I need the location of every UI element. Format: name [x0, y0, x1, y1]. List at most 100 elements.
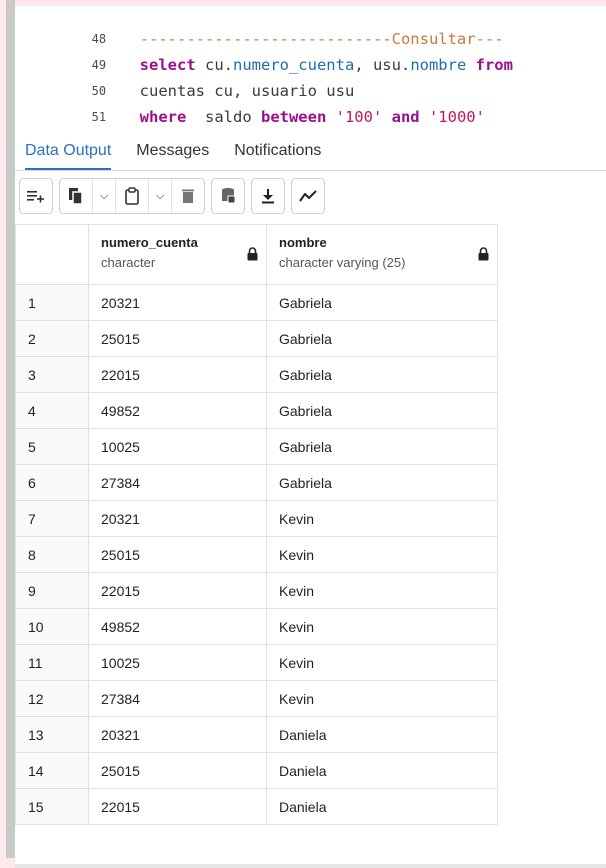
- download-icon: [262, 189, 274, 204]
- cell-nombre[interactable]: Daniela: [266, 716, 498, 753]
- cell-numero-cuenta[interactable]: 25015: [88, 320, 267, 357]
- row-number-cell[interactable]: 11: [15, 644, 89, 681]
- grid-body: 1 20321 Gabriela 2 25015 Gabriela 3 22015 Gabrie…: [15, 284, 498, 825]
- cell-numero-cuenta[interactable]: 20321: [88, 716, 267, 753]
- table-row[interactable]: 2 25015 Gabriela: [15, 320, 498, 357]
- keyword-between: between: [260, 108, 327, 126]
- cell-nombre[interactable]: Gabriela: [266, 428, 498, 465]
- result-tabs: Data Output Messages Notifications: [15, 132, 606, 171]
- row-number-header: [15, 224, 89, 285]
- app-frame: 48 ---------------------------Consultar--…: [0, 0, 606, 868]
- cell-numero-cuenta[interactable]: 10025: [88, 644, 267, 681]
- row-number-cell[interactable]: 5: [15, 428, 89, 465]
- cell-nombre[interactable]: Kevin: [266, 608, 498, 645]
- code-line-50: 50 cuentas cu, usuario usu: [15, 52, 355, 100]
- column-header-nombre[interactable]: nombre character varying (25): [266, 224, 498, 285]
- line-number: 51: [91, 110, 107, 124]
- column-header-numero-cuenta[interactable]: numero_cuenta character: [88, 224, 267, 285]
- grid-header-row: numero_cuenta character nombre character…: [15, 224, 498, 285]
- code-text: , usu.: [354, 56, 411, 74]
- table-row[interactable]: 12 27384 Kevin: [15, 680, 498, 717]
- toolbar-group-graph: [291, 178, 325, 214]
- graph-visualiser-button[interactable]: [292, 179, 324, 213]
- keyword-where: where: [139, 108, 187, 126]
- cell-nombre[interactable]: Daniela: [266, 788, 498, 825]
- cell-numero-cuenta[interactable]: 22015: [88, 572, 267, 609]
- copy-options-button[interactable]: ⌵: [93, 179, 116, 213]
- cell-nombre[interactable]: Kevin: [266, 536, 498, 573]
- table-row[interactable]: 15 22015 Daniela: [15, 788, 498, 825]
- column-name: numero_cuenta: [101, 235, 198, 250]
- row-number-cell[interactable]: 13: [15, 716, 89, 753]
- row-number-cell[interactable]: 12: [15, 680, 89, 717]
- tab-messages[interactable]: Messages: [136, 132, 209, 170]
- row-number-cell[interactable]: 4: [15, 392, 89, 429]
- table-row[interactable]: 11 10025 Kevin: [15, 644, 498, 681]
- download-button[interactable]: [252, 179, 284, 213]
- row-number-cell[interactable]: 15: [15, 788, 89, 825]
- cell-nombre[interactable]: Gabriela: [266, 356, 498, 393]
- cell-numero-cuenta[interactable]: 25015: [88, 536, 267, 573]
- table-row[interactable]: 1 20321 Gabriela: [15, 284, 498, 321]
- lock-icon: [247, 247, 258, 261]
- row-number-cell[interactable]: 14: [15, 752, 89, 789]
- lock-icon: [478, 247, 489, 261]
- cell-numero-cuenta[interactable]: 49852: [88, 392, 267, 429]
- cell-numero-cuenta[interactable]: 10025: [88, 428, 267, 465]
- row-number-cell[interactable]: 1: [15, 284, 89, 321]
- copy-button[interactable]: [60, 179, 93, 213]
- table-row[interactable]: 14 25015 Daniela: [15, 752, 498, 789]
- row-number-cell[interactable]: 7: [15, 500, 89, 537]
- table-row[interactable]: 4 49852 Gabriela: [15, 392, 498, 429]
- row-number-cell[interactable]: 6: [15, 464, 89, 501]
- table-row[interactable]: 5 10025 Gabriela: [15, 428, 498, 465]
- tab-notifications[interactable]: Notifications: [234, 132, 321, 170]
- row-number-cell[interactable]: 2: [15, 320, 89, 357]
- cell-numero-cuenta[interactable]: 27384: [88, 680, 267, 717]
- row-number-cell[interactable]: 9: [15, 572, 89, 609]
- table-row[interactable]: 9 22015 Kevin: [15, 572, 498, 609]
- chevron-down-icon: ⌵: [155, 189, 165, 202]
- cell-numero-cuenta[interactable]: 20321: [88, 284, 267, 321]
- string-literal: '100': [326, 108, 383, 126]
- add-row-button[interactable]: [20, 179, 52, 213]
- cell-numero-cuenta[interactable]: 22015: [88, 788, 267, 825]
- row-number-cell[interactable]: 8: [15, 536, 89, 573]
- row-number-cell[interactable]: 10: [15, 608, 89, 645]
- tab-data-output[interactable]: Data Output: [25, 132, 112, 170]
- table-row[interactable]: 7 20321 Kevin: [15, 500, 498, 537]
- cell-nombre[interactable]: Gabriela: [266, 320, 498, 357]
- delete-button[interactable]: [172, 179, 204, 213]
- cell-numero-cuenta[interactable]: 25015: [88, 752, 267, 789]
- cell-nombre[interactable]: Gabriela: [266, 284, 498, 321]
- cell-nombre[interactable]: Kevin: [266, 572, 498, 609]
- code-line-49: 49 select cu.numero_cuenta, usu.nombre fr…: [15, 26, 513, 74]
- row-number-cell[interactable]: 3: [15, 356, 89, 393]
- cell-nombre[interactable]: Gabriela: [266, 392, 498, 429]
- cell-nombre[interactable]: Kevin: [266, 680, 498, 717]
- toolbar-group-add: [19, 178, 53, 214]
- save-data-button[interactable]: [212, 179, 244, 213]
- cell-numero-cuenta[interactable]: 20321: [88, 500, 267, 537]
- cell-numero-cuenta[interactable]: 49852: [88, 608, 267, 645]
- cell-nombre[interactable]: Kevin: [266, 500, 498, 537]
- delete-icon: [182, 189, 194, 203]
- column-type: character varying (25): [279, 255, 406, 270]
- table-row[interactable]: 6 27384 Gabriela: [15, 464, 498, 501]
- paste-button[interactable]: [116, 179, 149, 213]
- cell-nombre[interactable]: Daniela: [266, 752, 498, 789]
- table-row[interactable]: 10 49852 Kevin: [15, 608, 498, 645]
- table-row[interactable]: 13 20321 Daniela: [15, 716, 498, 753]
- cell-nombre[interactable]: Kevin: [266, 644, 498, 681]
- table-row[interactable]: 8 25015 Kevin: [15, 536, 498, 573]
- keyword-and: and: [382, 108, 420, 126]
- add-row-icon: [27, 191, 44, 203]
- table-row[interactable]: 3 22015 Gabriela: [15, 356, 498, 393]
- toolbar-group-edit: ⌵ ⌵: [59, 178, 205, 214]
- cell-numero-cuenta[interactable]: 27384: [88, 464, 267, 501]
- sql-editor[interactable]: 48 ---------------------------Consultar--…: [15, 6, 606, 132]
- paste-options-button[interactable]: ⌵: [149, 179, 172, 213]
- cell-nombre[interactable]: Gabriela: [266, 464, 498, 501]
- cell-numero-cuenta[interactable]: 22015: [88, 356, 267, 393]
- keyword-from: from: [466, 56, 513, 74]
